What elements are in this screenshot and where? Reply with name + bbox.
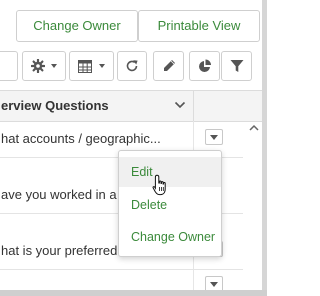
- chevron-down-icon: [99, 64, 105, 68]
- question-cell: hat is your preferred: [1, 243, 118, 258]
- column-divider: [193, 91, 194, 121]
- scroll-up-icon[interactable]: [249, 124, 259, 132]
- caret-down-icon: [210, 282, 218, 287]
- filter-button[interactable]: [221, 51, 252, 81]
- grid-columns-icon: [78, 60, 92, 73]
- app-window: Change Owner Printable View erview Quest…: [0, 0, 267, 296]
- question-cell: hat accounts / geographic...: [1, 131, 161, 146]
- menu-item-edit[interactable]: Edit: [119, 157, 221, 187]
- chart-button[interactable]: [189, 51, 220, 81]
- toolbar-left-control[interactable]: [0, 51, 18, 81]
- refresh-button[interactable]: [117, 51, 147, 81]
- printable-view-button[interactable]: Printable View: [138, 10, 260, 42]
- columns-dropdown-button[interactable]: [69, 51, 114, 81]
- row-menu-button[interactable]: [205, 129, 223, 145]
- column-header-interview-questions[interactable]: erview Questions: [1, 98, 109, 113]
- window-edge: [262, 0, 267, 296]
- settings-dropdown-button[interactable]: [22, 51, 66, 81]
- filter-icon: [230, 60, 244, 72]
- grid-header: erview Questions: [0, 90, 262, 122]
- menu-item-delete[interactable]: Delete: [119, 190, 221, 220]
- hand-cursor-icon: [152, 174, 166, 196]
- window-edge: [0, 290, 267, 296]
- change-owner-button[interactable]: Change Owner: [16, 10, 138, 42]
- row-context-menu: Edit Delete Change Owner: [118, 150, 222, 257]
- refresh-icon: [126, 60, 138, 72]
- pie-chart-icon: [199, 59, 211, 72]
- pencil-icon: [164, 60, 175, 71]
- chevron-down-icon[interactable]: [174, 100, 186, 110]
- caret-down-icon: [210, 135, 218, 140]
- question-cell: ave you worked in a: [1, 187, 117, 202]
- menu-item-change-owner[interactable]: Change Owner: [119, 222, 221, 252]
- chevron-down-icon: [51, 64, 57, 68]
- gear-icon: [31, 59, 45, 73]
- edit-button[interactable]: [153, 51, 184, 81]
